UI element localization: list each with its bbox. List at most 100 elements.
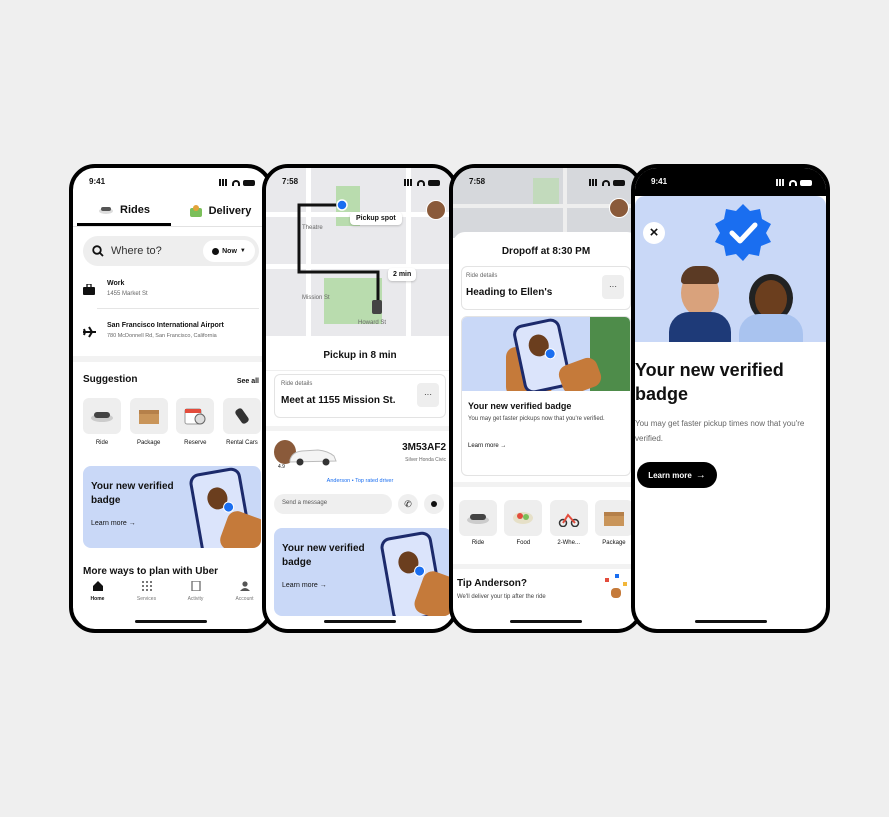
suggestion-rental-cars[interactable]: Rental Cars — [222, 398, 261, 446]
nav-label: Services — [136, 596, 157, 602]
message-placeholder: Send a message — [282, 500, 328, 506]
message-input[interactable]: Send a message — [274, 494, 392, 514]
promo-illustration — [462, 317, 630, 391]
button-label: Learn more — [648, 470, 692, 480]
signal-icon — [219, 179, 229, 186]
divider — [97, 308, 259, 309]
car-icon — [83, 398, 121, 434]
more-options-button[interactable]: ··· — [417, 383, 439, 407]
wifi-icon — [417, 179, 425, 186]
tab-rides[interactable]: Rides — [77, 196, 171, 226]
saved-place-work[interactable]: Work 1455 Market St — [83, 276, 259, 308]
car-icon — [459, 500, 497, 536]
suggestion-heading: Suggestion — [83, 374, 138, 385]
nav-activity[interactable]: Activity — [176, 578, 216, 608]
package-icon — [594, 500, 633, 536]
arrow-right-icon: → — [695, 469, 706, 481]
close-button[interactable]: × — [643, 222, 665, 244]
learn-more-link[interactable]: Learn more → — [468, 443, 506, 449]
schedule-button[interactable]: Now ▼ — [203, 240, 255, 262]
search-placeholder: Where to? — [111, 245, 162, 257]
status-bar: 9:41 — [651, 177, 812, 189]
promo-title: Your new verified badge — [282, 543, 365, 568]
avatar[interactable] — [426, 200, 446, 220]
promo-title: Your new verified badge — [468, 401, 572, 411]
phone-dropoff-screen: 7:58 Dropoff at 8:30 PM Ride details Hea… — [449, 164, 643, 633]
search-icon — [92, 245, 104, 257]
section-divider — [266, 426, 454, 431]
status-bar: 9:41 — [89, 177, 255, 189]
search-bar[interactable]: Where to? Now ▼ — [83, 236, 259, 266]
ride-details-label: Ride details — [466, 273, 498, 279]
pickup-spot-label: Pickup spot — [350, 212, 402, 225]
suggestion-tiles: Ride Package Reserve Rental Cars — [83, 398, 261, 446]
phone-icon[interactable]: ✆ — [398, 494, 418, 514]
home-indicator — [135, 620, 207, 623]
section-divider — [453, 482, 639, 487]
tile-label: Rental Cars — [226, 440, 258, 446]
see-all-link[interactable]: See all — [237, 378, 259, 385]
avatar[interactable] — [609, 198, 629, 218]
learn-more-link[interactable]: Learn more → — [282, 582, 327, 589]
nav-account[interactable]: Account — [225, 578, 265, 608]
car-icon — [289, 449, 337, 466]
badge-illustration: × — [635, 196, 826, 342]
battery-icon — [800, 179, 812, 186]
car-icon — [99, 206, 114, 214]
service-two-wheeler[interactable]: 2-Whe... — [549, 500, 588, 546]
phone-verified-badge-screen: 9:41 × Your new verified badge You may g… — [631, 164, 830, 633]
service-food[interactable]: Food — [504, 500, 543, 546]
promo-body: You may get faster pickups now that you'… — [468, 416, 605, 422]
tip-subtitle: We'll deliver your tip after the ride — [457, 594, 546, 600]
nav-services[interactable]: Services — [127, 578, 167, 608]
safety-button[interactable] — [424, 494, 444, 514]
ride-details-card[interactable]: Ride details Meet at 1155 Mission St. ··… — [274, 374, 446, 418]
service-tiles: Ride Food 2-Whe... Package — [459, 500, 633, 546]
place-title: San Francisco International Airport — [107, 322, 224, 329]
car-key-icon — [222, 398, 261, 434]
person-icon — [239, 581, 250, 591]
suggestion-reserve[interactable]: Reserve — [176, 398, 215, 446]
verified-badge-promo-card[interactable]: Your new verified badge Learn more → — [83, 466, 261, 548]
status-bar: 7:58 — [282, 177, 440, 189]
learn-more-button[interactable]: Learn more → — [637, 462, 717, 488]
home-indicator — [324, 620, 396, 623]
woman-shirt — [739, 314, 803, 342]
airplane-icon — [83, 326, 96, 338]
shield-icon — [431, 501, 437, 507]
scooter-icon — [549, 500, 588, 536]
tab-label: Delivery — [208, 205, 252, 217]
verified-badge-promo-card[interactable]: Your new verified badge Learn more → — [274, 528, 452, 616]
driver-vehicle-image: 4.9 — [274, 436, 337, 472]
place-title: Work — [107, 280, 125, 287]
map-street-label: Howard St — [358, 320, 387, 326]
top-tabs: Rides Delivery — [73, 196, 269, 227]
nav-home[interactable]: Home — [78, 578, 118, 608]
service-package[interactable]: Package — [594, 500, 633, 546]
confetti-icon — [603, 574, 629, 600]
tile-label: Package — [602, 540, 626, 546]
schedule-label: Now — [222, 247, 237, 255]
nav-label: Home — [90, 596, 105, 602]
map-view[interactable]: Pickup spot 2 min Theatre Mission St How… — [266, 168, 454, 336]
section-divider — [453, 564, 639, 569]
service-ride[interactable]: Ride — [459, 500, 497, 546]
ride-details-card[interactable]: Ride details Heading to Ellen's ··· — [461, 266, 631, 310]
verified-badge-promo-card[interactable]: Your new verified badge You may get fast… — [461, 316, 631, 476]
suggestion-package[interactable]: Package — [129, 398, 168, 446]
home-indicator — [510, 620, 582, 623]
tip-title: Tip Anderson? — [457, 578, 527, 589]
ride-details-value: Meet at 1155 Mission St. — [281, 395, 396, 406]
learn-more-link[interactable]: Learn more → — [91, 520, 136, 527]
more-options-button[interactable]: ··· — [602, 275, 624, 299]
phone-pickup-screen: Pickup spot 2 min Theatre Mission St How… — [262, 164, 458, 633]
saved-place-airport[interactable]: San Francisco International Airport 780 … — [83, 318, 263, 350]
signal-icon — [404, 179, 414, 186]
grocery-bag-icon — [189, 205, 202, 217]
place-subtitle: 780 McDonnell Rd, San Francisco, Califor… — [107, 333, 217, 339]
car-description: Silver Honda Civic — [405, 457, 446, 463]
tab-delivery[interactable]: Delivery — [173, 196, 267, 226]
tile-label: Ride — [95, 440, 109, 446]
suggestion-ride[interactable]: Ride — [83, 398, 121, 446]
trip-sheet: Pickup in 8 min Ride details Meet at 115… — [266, 336, 454, 629]
